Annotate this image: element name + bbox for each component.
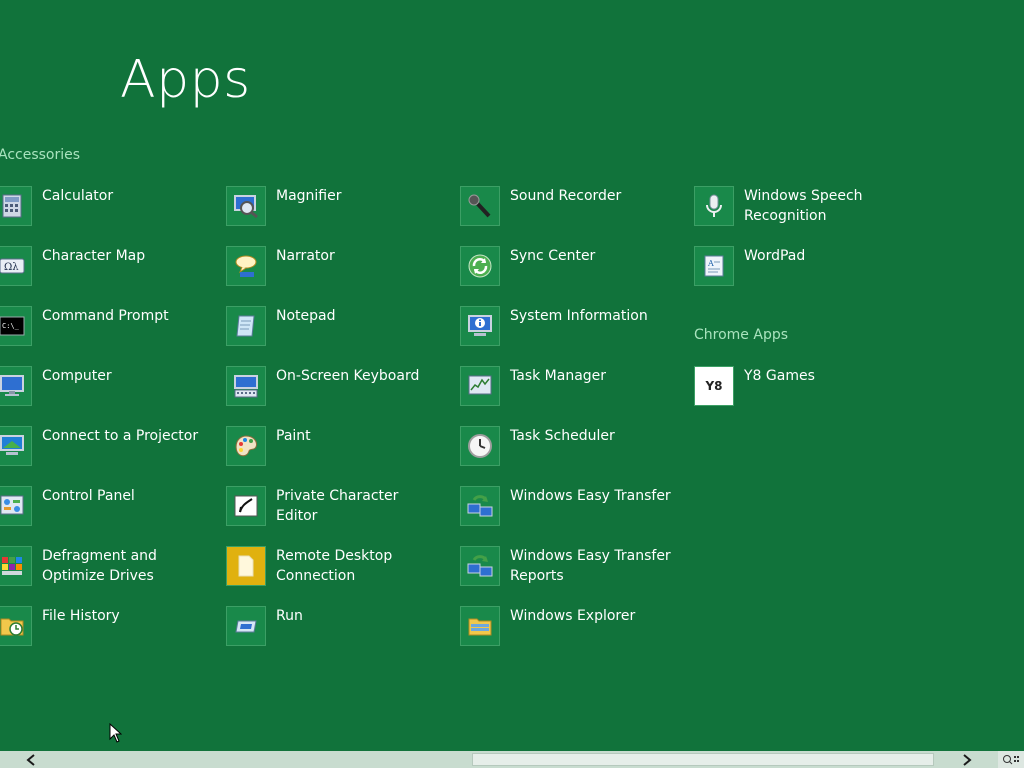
- easy-transfer-reports-icon: [460, 546, 500, 586]
- app-label: Defragment and Optimize Drives: [42, 548, 157, 584]
- app-file-history[interactable]: File History: [0, 606, 212, 650]
- app-label: Remote Desktop Connection: [276, 548, 393, 584]
- app-label: On-Screen Keyboard: [276, 368, 420, 384]
- app-label: Private Character Editor: [276, 488, 399, 524]
- command-prompt-icon: C:\_: [0, 306, 32, 346]
- group-header-chrome-apps: Chrome Apps: [694, 327, 789, 343]
- app-remote-desktop[interactable]: Remote Desktop Connection: [226, 546, 446, 590]
- character-map-icon: Ωλ: [0, 246, 32, 286]
- app-label: Task Manager: [510, 368, 607, 384]
- folder-icon: [460, 606, 500, 646]
- control-panel-icon: [0, 486, 32, 526]
- sync-icon: [460, 246, 500, 286]
- app-defragment[interactable]: Defragment and Optimize Drives: [0, 546, 212, 590]
- app-sound-recorder[interactable]: Sound Recorder: [460, 186, 680, 230]
- app-private-character-editor[interactable]: Private Character Editor: [226, 486, 446, 530]
- app-label: System Information: [510, 308, 648, 324]
- app-connect-projector[interactable]: Connect to a Projector: [0, 426, 212, 470]
- paint-palette-icon: [226, 426, 266, 466]
- computer-icon: [0, 366, 32, 406]
- apps-screen: Apps Accessories Chrome Apps Calculator …: [0, 0, 1024, 768]
- app-wordpad[interactable]: A WordPad: [694, 246, 914, 290]
- app-label: Windows Easy Transfer Reports: [510, 548, 671, 584]
- app-windows-explorer[interactable]: Windows Explorer: [460, 606, 680, 650]
- app-character-map[interactable]: Ωλ Character Map: [0, 246, 212, 290]
- run-icon: [226, 606, 266, 646]
- semantic-zoom-icon[interactable]: [998, 751, 1024, 768]
- app-paint[interactable]: Paint: [226, 426, 446, 470]
- narrator-icon: [226, 246, 266, 286]
- svg-text:Ωλ: Ωλ: [4, 262, 19, 273]
- app-system-information[interactable]: System Information: [460, 306, 680, 350]
- app-windows-easy-transfer-reports[interactable]: Windows Easy Transfer Reports: [460, 546, 680, 590]
- private-character-editor-icon: [226, 486, 266, 526]
- defragment-icon: [0, 546, 32, 586]
- app-label: Connect to a Projector: [42, 428, 199, 444]
- keyboard-icon: [226, 366, 266, 406]
- app-label: Run: [276, 608, 303, 624]
- y8-logo-icon: Y8: [694, 366, 734, 406]
- notepad-icon: [226, 306, 266, 346]
- y8-logo-text: Y8: [705, 379, 723, 393]
- speech-microphone-icon: [694, 186, 734, 226]
- app-on-screen-keyboard[interactable]: On-Screen Keyboard: [226, 366, 446, 410]
- page-title: Apps: [120, 50, 251, 110]
- scrollbar-thumb[interactable]: [472, 753, 934, 766]
- app-narrator[interactable]: Narrator: [226, 246, 446, 290]
- app-task-manager[interactable]: Task Manager: [460, 366, 680, 410]
- app-label: Windows Explorer: [510, 608, 636, 624]
- app-run[interactable]: Run: [226, 606, 446, 650]
- app-label: Sync Center: [510, 248, 596, 264]
- app-windows-easy-transfer[interactable]: Windows Easy Transfer: [460, 486, 680, 530]
- app-computer[interactable]: Computer: [0, 366, 212, 410]
- app-label: Y8 Games: [744, 368, 815, 384]
- app-label: Calculator: [42, 188, 114, 204]
- app-command-prompt[interactable]: C:\_ Command Prompt: [0, 306, 212, 350]
- group-header-accessories: Accessories: [0, 147, 81, 163]
- app-sync-center[interactable]: Sync Center: [460, 246, 680, 290]
- projector-icon: [0, 426, 32, 466]
- app-notepad[interactable]: Notepad: [226, 306, 446, 350]
- app-magnifier[interactable]: Magnifier: [226, 186, 446, 230]
- system-information-icon: [460, 306, 500, 346]
- app-label: Paint: [276, 428, 311, 444]
- app-label: Narrator: [276, 248, 335, 264]
- app-label: Magnifier: [276, 188, 342, 204]
- task-manager-icon: [460, 366, 500, 406]
- chevron-right-icon[interactable]: [952, 751, 982, 768]
- wordpad-icon: A: [694, 246, 734, 286]
- horizontal-scrollbar[interactable]: [0, 751, 998, 768]
- chevron-left-icon[interactable]: [16, 751, 46, 768]
- app-y8-games[interactable]: Y8 Y8 Games: [694, 366, 914, 410]
- svg-text:C:\_: C:\_: [2, 322, 20, 330]
- app-label: Notepad: [276, 308, 336, 324]
- app-label: Task Scheduler: [510, 428, 615, 444]
- app-label: Sound Recorder: [510, 188, 622, 204]
- app-calculator[interactable]: Calculator: [0, 186, 212, 230]
- app-windows-speech-recognition[interactable]: Windows Speech Recognition: [694, 186, 914, 230]
- app-label: File History: [42, 608, 120, 624]
- app-label: Command Prompt: [42, 308, 169, 324]
- file-history-icon: [0, 606, 32, 646]
- svg-text:A: A: [707, 259, 714, 268]
- magnifier-icon: [226, 186, 266, 226]
- clock-icon: [460, 426, 500, 466]
- mouse-pointer-icon: [109, 722, 123, 747]
- app-task-scheduler[interactable]: Task Scheduler: [460, 426, 680, 470]
- app-control-panel[interactable]: Control Panel: [0, 486, 212, 530]
- app-label: Computer: [42, 368, 112, 384]
- remote-desktop-icon: [226, 546, 266, 586]
- app-label: Windows Easy Transfer: [510, 488, 671, 504]
- app-label: WordPad: [744, 248, 806, 264]
- easy-transfer-icon: [460, 486, 500, 526]
- app-label: Control Panel: [42, 488, 135, 504]
- app-label: Windows Speech Recognition: [744, 188, 863, 224]
- microphone-icon: [460, 186, 500, 226]
- calculator-icon: [0, 186, 32, 226]
- app-label: Character Map: [42, 248, 146, 264]
